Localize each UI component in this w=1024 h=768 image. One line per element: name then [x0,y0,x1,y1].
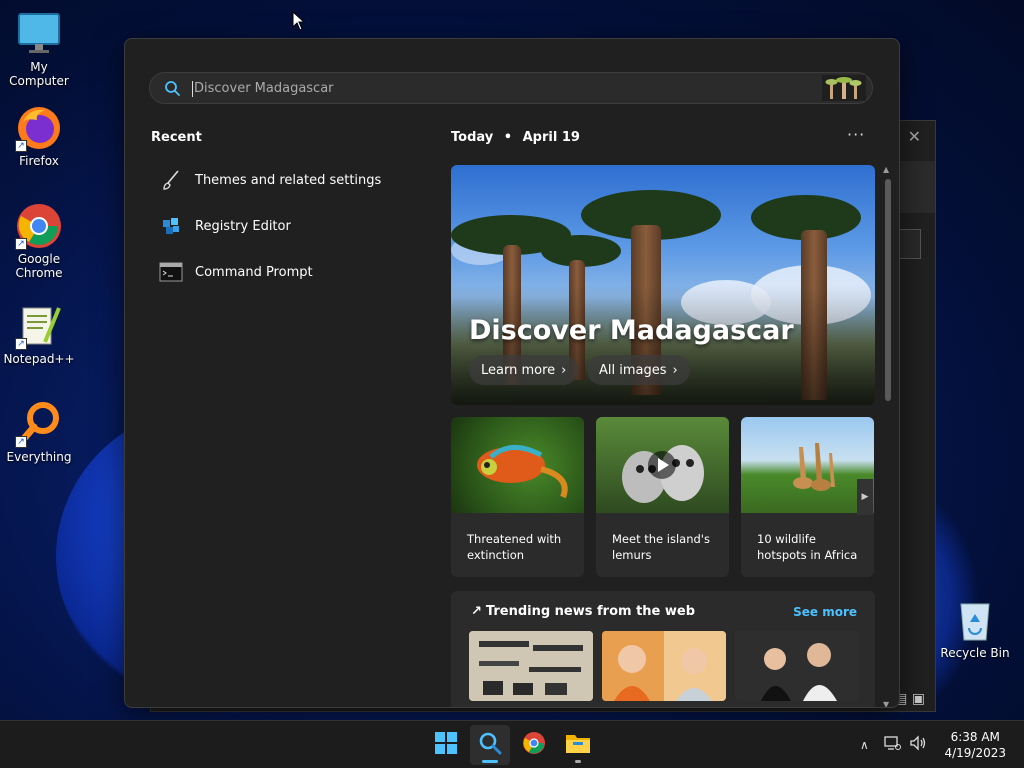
taskbar: ∧ 6:38 AM 4/19/2023 [0,720,1024,768]
search-input[interactable] [194,77,794,99]
chameleon-image [451,417,584,513]
shortcut-arrow-icon: ↗ [15,338,27,350]
desktop-icon-recycle-bin[interactable]: Recycle Bin [936,596,1014,660]
taskbar-chrome-button[interactable] [514,725,554,765]
hero-title: Discover Madagascar [469,315,794,346]
firefox-icon: ↗ [15,104,63,152]
taskbar-file-explorer-button[interactable] [558,725,598,765]
search-flyout: Recent Themes and related settings Regis… [124,38,900,708]
volume-icon[interactable] [909,735,927,755]
monitor-icon [15,10,63,58]
cmd-icon [159,260,183,284]
card-caption: Threatened with extinction [467,532,562,562]
search-icon [478,731,502,759]
trending-arrow-icon: ↗ [471,604,482,619]
desktop-icon-label: Google Chrome [15,252,63,280]
recent-item-themes[interactable]: Themes and related settings [159,165,381,195]
clock-date: 4/19/2023 [944,746,1006,760]
chevron-up-icon[interactable]: ∧ [860,738,869,752]
card-caption: 10 wildlife hotspots in Africa [757,532,858,562]
desktop-icon-label: Everything [6,450,72,464]
cards-next-arrow-icon[interactable]: ▶ [857,479,873,515]
recent-heading: Recent [151,130,202,145]
card-chameleon[interactable]: Threatened with extinction [451,417,584,577]
close-icon[interactable]: ✕ [908,127,921,146]
desktop-icon-notepadpp[interactable]: ↗ Notepad++ [0,302,78,366]
trending-title: ↗ Trending news from the web [471,604,695,619]
more-options-icon[interactable]: ··· [847,125,865,144]
card-lemurs[interactable]: Meet the island's lemurs [596,417,729,577]
recent-item-label: Themes and related settings [195,172,382,188]
everything-icon: ↗ [15,400,63,448]
chevron-right-icon: › [561,362,567,378]
recycle-bin-icon [951,596,999,644]
start-button[interactable] [426,725,466,765]
search-icon [164,80,180,100]
scroll-down-icon[interactable]: ▼ [883,700,889,707]
desktop-icon-label: Firefox [19,154,59,168]
today-date: April 19 [522,130,580,145]
notepadpp-icon: ↗ [15,302,63,350]
brush-icon [159,168,183,192]
today-heading: Today • April 19 [451,130,580,145]
chrome-icon: ↗ [15,202,63,250]
see-more-link[interactable]: See more [793,605,857,619]
network-icon[interactable] [883,735,901,755]
all-images-button[interactable]: All images › [587,355,690,385]
start-icon [434,731,458,759]
recent-item-label: Command Prompt [195,264,313,280]
clock[interactable]: 6:38 AM 4/19/2023 [944,729,1006,761]
desktop-icon-everything[interactable]: ↗ Everything [0,400,78,464]
shortcut-arrow-icon: ↗ [15,436,27,448]
learn-more-button[interactable]: Learn more › [469,355,579,385]
desktop-icon-label: Notepad++ [3,352,75,366]
background-window-bar [899,161,935,213]
desktop-icon-firefox[interactable]: ↗ Firefox [0,104,78,168]
scroll-up-icon[interactable]: ▲ [883,165,889,174]
file-explorer-icon [565,732,591,758]
recent-item-command-prompt[interactable]: Command Prompt [159,257,313,287]
giraffe-image [741,417,874,513]
hero-card[interactable]: Discover Madagascar Learn more › All ima… [451,165,875,405]
shortcut-arrow-icon: ↗ [15,140,27,152]
news-next-arrow-icon[interactable]: ▶ [857,707,871,708]
learn-more-label: Learn more [481,362,556,378]
flyout-scrollbar[interactable]: ▲ ▼ [883,165,893,707]
baobab-thumbnail-icon[interactable] [822,75,866,101]
news-image-people[interactable] [602,631,726,701]
running-indicator [575,760,581,763]
text-caret [192,81,193,97]
trending-title-label: Trending news from the web [485,604,696,619]
search-box[interactable] [149,72,873,104]
mouse-cursor-icon [292,10,306,35]
news-image-weapons[interactable] [469,631,593,701]
card-caption: Meet the island's lemurs [612,532,710,562]
system-tray: ∧ [860,721,927,768]
registry-icon [159,214,183,238]
today-separator: • [503,130,513,145]
desktop-icon-label: Recycle Bin [940,646,1010,660]
recent-item-label: Registry Editor [195,218,291,234]
chrome-icon [522,731,546,759]
all-images-label: All images [599,362,667,378]
lemur-image [596,417,729,513]
desktop-icon-my-computer[interactable]: My Computer [0,10,78,88]
recent-item-registry-editor[interactable]: Registry Editor [159,211,291,241]
shortcut-arrow-icon: ↗ [15,238,27,250]
taskbar-search-button[interactable] [470,725,510,765]
today-label: Today [451,130,494,145]
chevron-right-icon: › [672,362,678,378]
card-wildlife-hotspots[interactable]: 10 wildlife hotspots in Africa [741,417,874,577]
scrollbar-thumb[interactable] [885,179,891,401]
active-indicator [482,760,498,763]
desktop-icon-chrome[interactable]: ↗ Google Chrome [0,202,78,280]
desktop-icon-label: My Computer [9,60,69,88]
clock-time: 6:38 AM [950,730,1000,744]
trending-news-panel: ↗ Trending news from the web See more ▶ [451,591,875,708]
news-image-event[interactable] [735,631,859,701]
